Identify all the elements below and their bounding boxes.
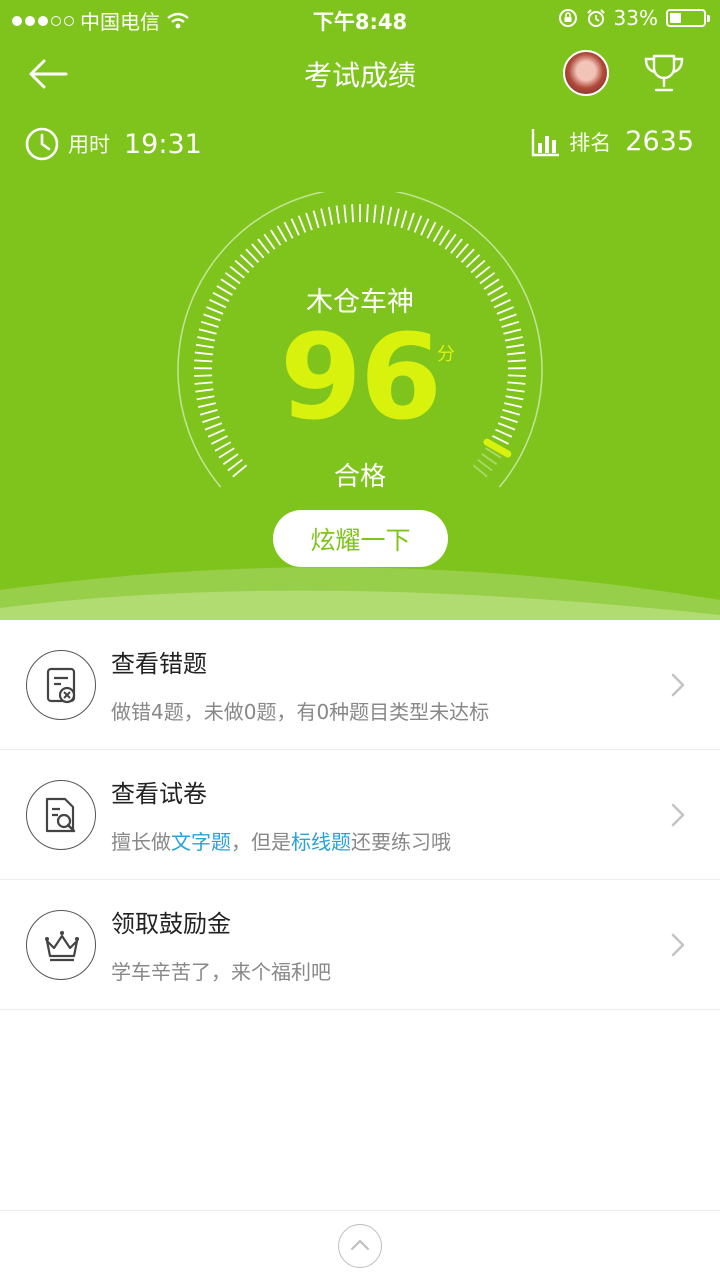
score-unit: 分 — [437, 344, 455, 365]
subtitle-text: 擅长做 — [111, 830, 171, 854]
reward-subtitle: 学车辛苦了，来个福利吧 — [111, 960, 331, 984]
gauge-tick — [245, 248, 260, 263]
gauge-tick — [335, 205, 340, 224]
gauge-tick — [263, 233, 276, 250]
exam-paper-icon — [26, 780, 96, 850]
exam-paper-subtitle: 擅长做文字题，但是标线题还要练习哦 — [111, 826, 451, 855]
subtitle-text: ，但是 — [231, 830, 291, 854]
gauge-tick — [400, 210, 408, 229]
gauge-tick — [475, 265, 491, 279]
share-button[interactable]: 炫耀一下 — [273, 510, 448, 567]
gauge-tick — [420, 218, 430, 236]
gauge-tick — [257, 238, 270, 254]
chevron-right-icon — [671, 933, 685, 957]
exam-score: 96 — [279, 308, 442, 446]
wrong-questions-subtitle: 做错4题，未做0题，有0种题目类型未达标 — [111, 700, 490, 724]
gauge-tick — [214, 441, 232, 452]
gauge-tick — [343, 204, 347, 223]
gauge-tick — [470, 259, 486, 274]
gauge-tick — [320, 208, 327, 227]
navigation-bar: 考试成绩 — [0, 40, 720, 110]
gauge-tick — [351, 204, 354, 223]
gauge-tick — [270, 229, 282, 246]
bar-chart-icon — [532, 128, 560, 156]
gauge-tick — [366, 204, 369, 223]
time-value: 19:31 — [124, 128, 202, 160]
gauge-tick — [305, 212, 313, 231]
gauge-tick — [444, 233, 457, 250]
subtitle-text: 还要练习哦 — [351, 830, 451, 854]
gauge-tick — [465, 254, 481, 268]
weak-category: 标线题 — [291, 830, 351, 854]
gauge-tick — [239, 254, 255, 268]
gauge-tick — [276, 225, 288, 243]
gauge-indicator — [483, 438, 512, 458]
gauge-tick — [251, 243, 265, 259]
chevron-right-icon — [671, 803, 685, 827]
gauge-tick — [210, 435, 228, 445]
gauge-tick — [450, 238, 463, 254]
gauge-tick — [229, 265, 245, 279]
hero-wave-decoration — [0, 567, 720, 620]
clock-icon — [25, 127, 59, 161]
gauge-tick — [393, 208, 400, 227]
status-bar: 中国电信 下午8:48 33% — [0, 0, 720, 38]
chevron-right-icon — [671, 673, 685, 697]
battery-icon — [666, 9, 710, 27]
page-title: 考试成绩 — [303, 59, 416, 92]
wrong-questions-title: 查看错题 — [111, 650, 207, 678]
scroll-up-button[interactable] — [338, 1224, 382, 1268]
gauge-tick — [407, 212, 415, 231]
wrong-questions-icon — [26, 650, 96, 720]
gauge-tick — [426, 221, 437, 239]
crown-icon — [26, 910, 96, 980]
time-label: 用时 — [68, 133, 110, 157]
action-list: 查看错题 做错4题，未做0题，有0种题目类型未达标 查看试卷 擅长做文字题，但是… — [0, 620, 720, 1010]
gauge-tick — [460, 248, 475, 263]
gauge-tick — [297, 215, 307, 233]
strong-category: 文字题 — [171, 830, 231, 854]
gauge-tick — [386, 206, 393, 225]
avatar[interactable] — [563, 50, 609, 96]
gauge-tick — [438, 229, 450, 246]
gauge-tick — [432, 225, 444, 243]
trophy-icon[interactable] — [640, 52, 688, 96]
footer-divider — [0, 1210, 720, 1211]
alarm-icon — [586, 9, 605, 27]
gauge-tick — [455, 243, 469, 259]
list-item-exam-paper[interactable]: 查看试卷 擅长做文字题，但是标线题还要练习哦 — [0, 750, 720, 880]
list-item-wrong-questions[interactable]: 查看错题 做错4题，未做0题，有0种题目类型未达标 — [0, 620, 720, 750]
exam-stats: 用时 19:31 排名 2635 — [0, 126, 720, 170]
gauge-tick — [413, 215, 423, 233]
exam-paper-title: 查看试卷 — [111, 780, 207, 808]
gauge-tick — [234, 259, 250, 274]
rank-value: 2635 — [625, 126, 694, 157]
rotation-lock-icon — [558, 9, 577, 27]
gauge-tick — [290, 218, 300, 236]
gauge-tick — [327, 206, 334, 225]
gauge-tick — [312, 210, 320, 229]
gauge-tick — [283, 221, 294, 239]
reward-title: 领取鼓励金 — [111, 910, 231, 938]
battery-percent: 33% — [613, 6, 658, 30]
rank-label: 排名 — [569, 130, 612, 155]
gauge-tick — [380, 205, 385, 224]
result-header: 中国电信 下午8:48 33% 考试成绩 用时 19:31 排名 2635 木仓… — [0, 0, 720, 620]
gauge-tick — [373, 204, 377, 223]
list-item-reward[interactable]: 领取鼓励金 学车辛苦了，来个福利吧 — [0, 880, 720, 1010]
pass-status: 合格 — [333, 462, 386, 492]
chevron-up-icon — [351, 1240, 369, 1250]
